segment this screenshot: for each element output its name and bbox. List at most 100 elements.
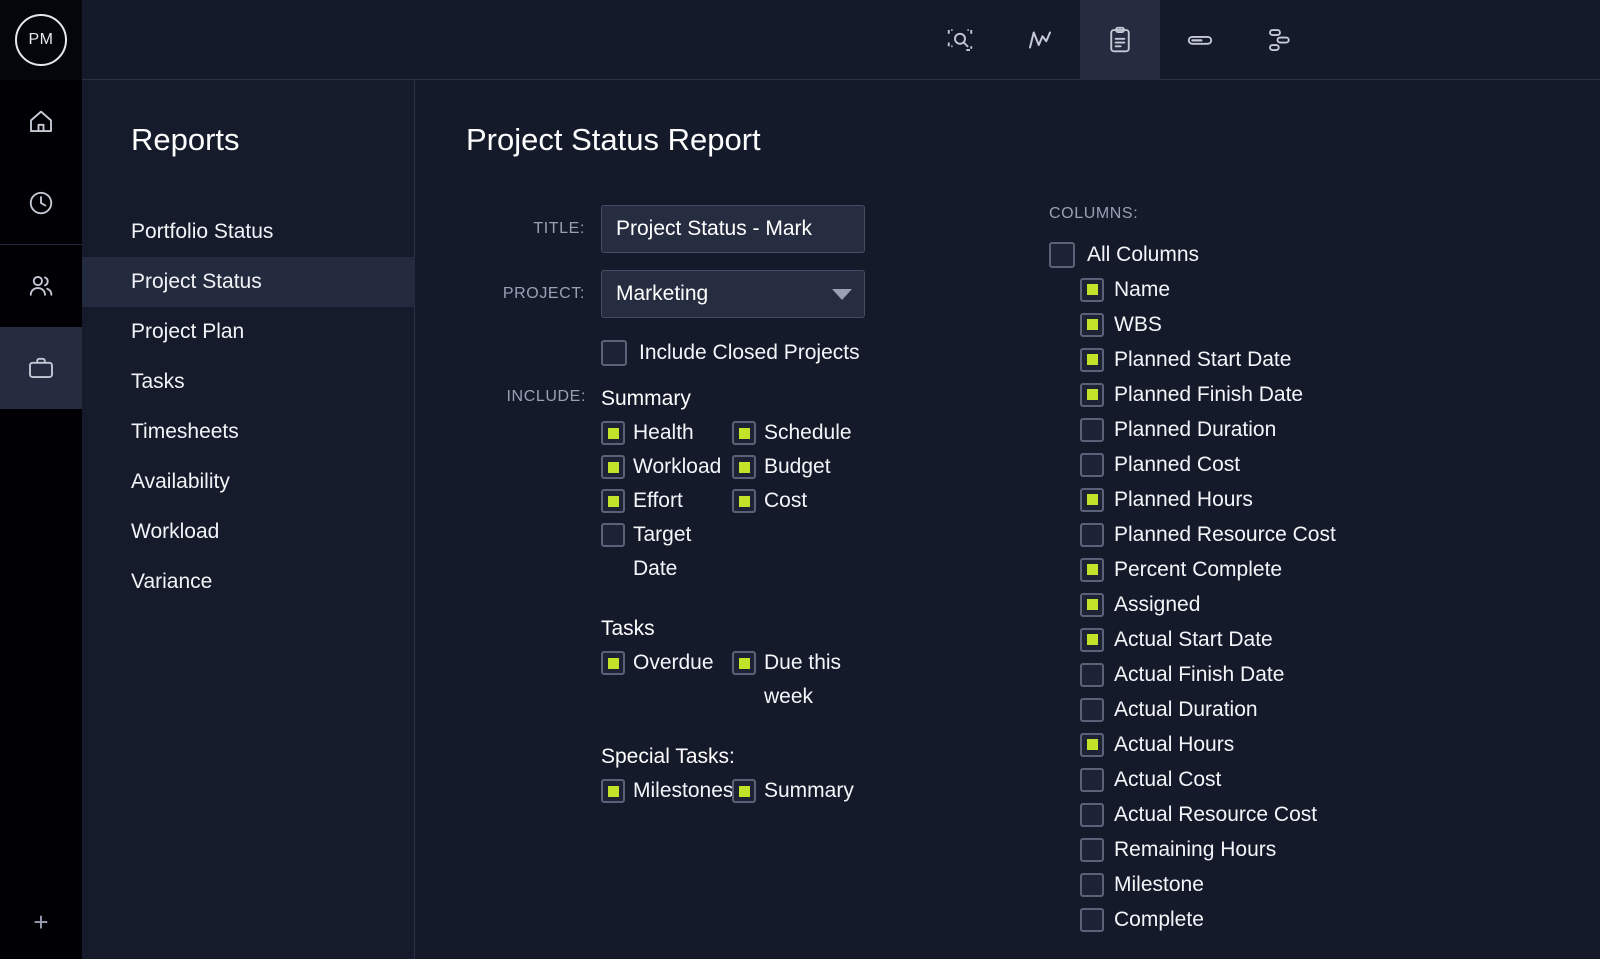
column-checkbox-planned-duration[interactable]	[1080, 418, 1104, 442]
people-icon[interactable]	[0, 245, 82, 327]
column-checkbox-actual-hours[interactable]	[1080, 733, 1104, 757]
column-checkbox-complete[interactable]	[1080, 908, 1104, 932]
health-checkbox[interactable]	[601, 421, 625, 445]
add-label: +	[33, 907, 48, 938]
project-label: PROJECT:	[466, 270, 601, 318]
column-row-planned-duration[interactable]: Planned Duration	[1080, 412, 1529, 447]
all-columns-row[interactable]: All Columns	[1049, 237, 1529, 272]
column-checkbox-milestone[interactable]	[1080, 873, 1104, 897]
app-logo[interactable]: PM	[0, 0, 82, 80]
target-date-checkbox[interactable]	[601, 523, 625, 547]
sidebar-item-project-status[interactable]: Project Status	[82, 257, 415, 307]
schedule-checkbox[interactable]	[732, 421, 756, 445]
column-row-complete[interactable]: Complete	[1080, 902, 1529, 937]
all-columns-checkbox[interactable]	[1049, 242, 1075, 268]
sidebar-item-variance[interactable]: Variance	[82, 557, 415, 607]
column-row-wbs[interactable]: WBS	[1080, 307, 1529, 342]
sidebar-item-portfolio-status[interactable]: Portfolio Status	[82, 207, 415, 257]
sidebar-item-workload[interactable]: Workload	[82, 507, 415, 557]
search-zoom-icon[interactable]	[920, 0, 1000, 80]
column-checkbox-actual-resource-cost[interactable]	[1080, 803, 1104, 827]
column-row-planned-cost[interactable]: Planned Cost	[1080, 447, 1529, 482]
column-checkbox-actual-finish-date[interactable]	[1080, 663, 1104, 687]
workload-checkbox[interactable]	[601, 455, 625, 479]
checkbox-due-this-week[interactable]: Due this week	[732, 646, 863, 714]
column-row-actual-start-date[interactable]: Actual Start Date	[1080, 622, 1529, 657]
column-checkbox-planned-finish-date[interactable]	[1080, 383, 1104, 407]
column-checkbox-planned-resource-cost[interactable]	[1080, 523, 1104, 547]
cost-checkbox[interactable]	[732, 489, 756, 513]
include-closed-projects-row[interactable]: Include Closed Projects	[601, 340, 906, 366]
column-checkbox-actual-cost[interactable]	[1080, 768, 1104, 792]
checkbox-cost[interactable]: Cost	[732, 484, 863, 518]
title-input[interactable]: Project Status - Mark	[601, 205, 865, 253]
column-row-actual-hours[interactable]: Actual Hours	[1080, 727, 1529, 762]
column-checkbox-remaining-hours[interactable]	[1080, 838, 1104, 862]
checkbox-target-date[interactable]: Target Date	[601, 518, 732, 586]
column-checkbox-planned-cost[interactable]	[1080, 453, 1104, 477]
column-row-planned-hours[interactable]: Planned Hours	[1080, 482, 1529, 517]
column-checkbox-actual-start-date[interactable]	[1080, 628, 1104, 652]
checkbox-workload[interactable]: Workload	[601, 450, 732, 484]
column-row-actual-cost[interactable]: Actual Cost	[1080, 762, 1529, 797]
sidebar-item-availability[interactable]: Availability	[82, 457, 415, 507]
pill-progress-icon[interactable]	[1160, 0, 1240, 80]
checkbox-milestones[interactable]: Milestones	[601, 774, 732, 808]
home-icon[interactable]	[0, 80, 82, 162]
column-checkbox-actual-duration[interactable]	[1080, 698, 1104, 722]
sidebar-item-project-plan[interactable]: Project Plan	[82, 307, 415, 357]
project-select[interactable]: Marketing	[601, 270, 865, 318]
checkbox-summary[interactable]: Summary	[732, 774, 863, 808]
checkbox-effort[interactable]: Effort	[601, 484, 732, 518]
chevron-down-icon	[832, 289, 852, 300]
due-this-week-label: Due this week	[764, 646, 863, 714]
column-checkbox-planned-hours[interactable]	[1080, 488, 1104, 512]
special-tasks-checkbox-grid: Milestones Summary	[601, 774, 871, 808]
column-row-actual-duration[interactable]: Actual Duration	[1080, 692, 1529, 727]
checkbox-health[interactable]: Health	[601, 416, 732, 450]
column-row-percent-complete[interactable]: Percent Complete	[1080, 552, 1529, 587]
effort-checkbox[interactable]	[601, 489, 625, 513]
checkbox-budget[interactable]: Budget	[732, 450, 863, 484]
sidebar-item-tasks[interactable]: Tasks	[82, 357, 415, 407]
column-row-name[interactable]: Name	[1080, 272, 1529, 307]
column-row-assigned[interactable]: Assigned	[1080, 587, 1529, 622]
due-this-week-checkbox[interactable]	[732, 651, 756, 675]
summary-label: Summary	[764, 774, 854, 808]
include-closed-projects-checkbox[interactable]	[601, 340, 627, 366]
columns-label: COLUMNS:	[1049, 205, 1529, 223]
overdue-checkbox[interactable]	[601, 651, 625, 675]
column-checkbox-planned-start-date[interactable]	[1080, 348, 1104, 372]
column-checkbox-name[interactable]	[1080, 278, 1104, 302]
top-bar: PM	[0, 0, 1600, 80]
plus-icon[interactable]: +	[0, 897, 82, 947]
milestones-checkbox[interactable]	[601, 779, 625, 803]
sidebar-item-timesheets[interactable]: Timesheets	[82, 407, 415, 457]
clock-icon[interactable]	[0, 162, 82, 244]
column-checkbox-percent-complete[interactable]	[1080, 558, 1104, 582]
column-row-milestone[interactable]: Milestone	[1080, 867, 1529, 902]
hierarchy-gantt-icon[interactable]	[1240, 0, 1320, 80]
column-checkbox-wbs[interactable]	[1080, 313, 1104, 337]
report-item-label: Project Plan	[131, 320, 244, 344]
column-row-actual-resource-cost[interactable]: Actual Resource Cost	[1080, 797, 1529, 832]
column-checkbox-assigned[interactable]	[1080, 593, 1104, 617]
summary-checkbox[interactable]	[732, 779, 756, 803]
budget-checkbox[interactable]	[732, 455, 756, 479]
column-row-actual-finish-date[interactable]: Actual Finish Date	[1080, 657, 1529, 692]
report-item-label: Variance	[131, 570, 212, 594]
column-label: Planned Finish Date	[1114, 383, 1303, 407]
icon-rail: +	[0, 80, 82, 959]
clipboard-report-icon[interactable]	[1080, 0, 1160, 80]
project-row: PROJECT: Marketing	[466, 270, 906, 318]
column-row-remaining-hours[interactable]: Remaining Hours	[1080, 832, 1529, 867]
column-label: Actual Resource Cost	[1114, 803, 1317, 827]
activity-pulse-icon[interactable]	[1000, 0, 1080, 80]
checkbox-overdue[interactable]: Overdue	[601, 646, 732, 680]
effort-label: Effort	[633, 484, 683, 518]
column-row-planned-start-date[interactable]: Planned Start Date	[1080, 342, 1529, 377]
briefcase-icon[interactable]	[0, 327, 82, 409]
column-row-planned-resource-cost[interactable]: Planned Resource Cost	[1080, 517, 1529, 552]
column-row-planned-finish-date[interactable]: Planned Finish Date	[1080, 377, 1529, 412]
checkbox-schedule[interactable]: Schedule	[732, 416, 863, 450]
